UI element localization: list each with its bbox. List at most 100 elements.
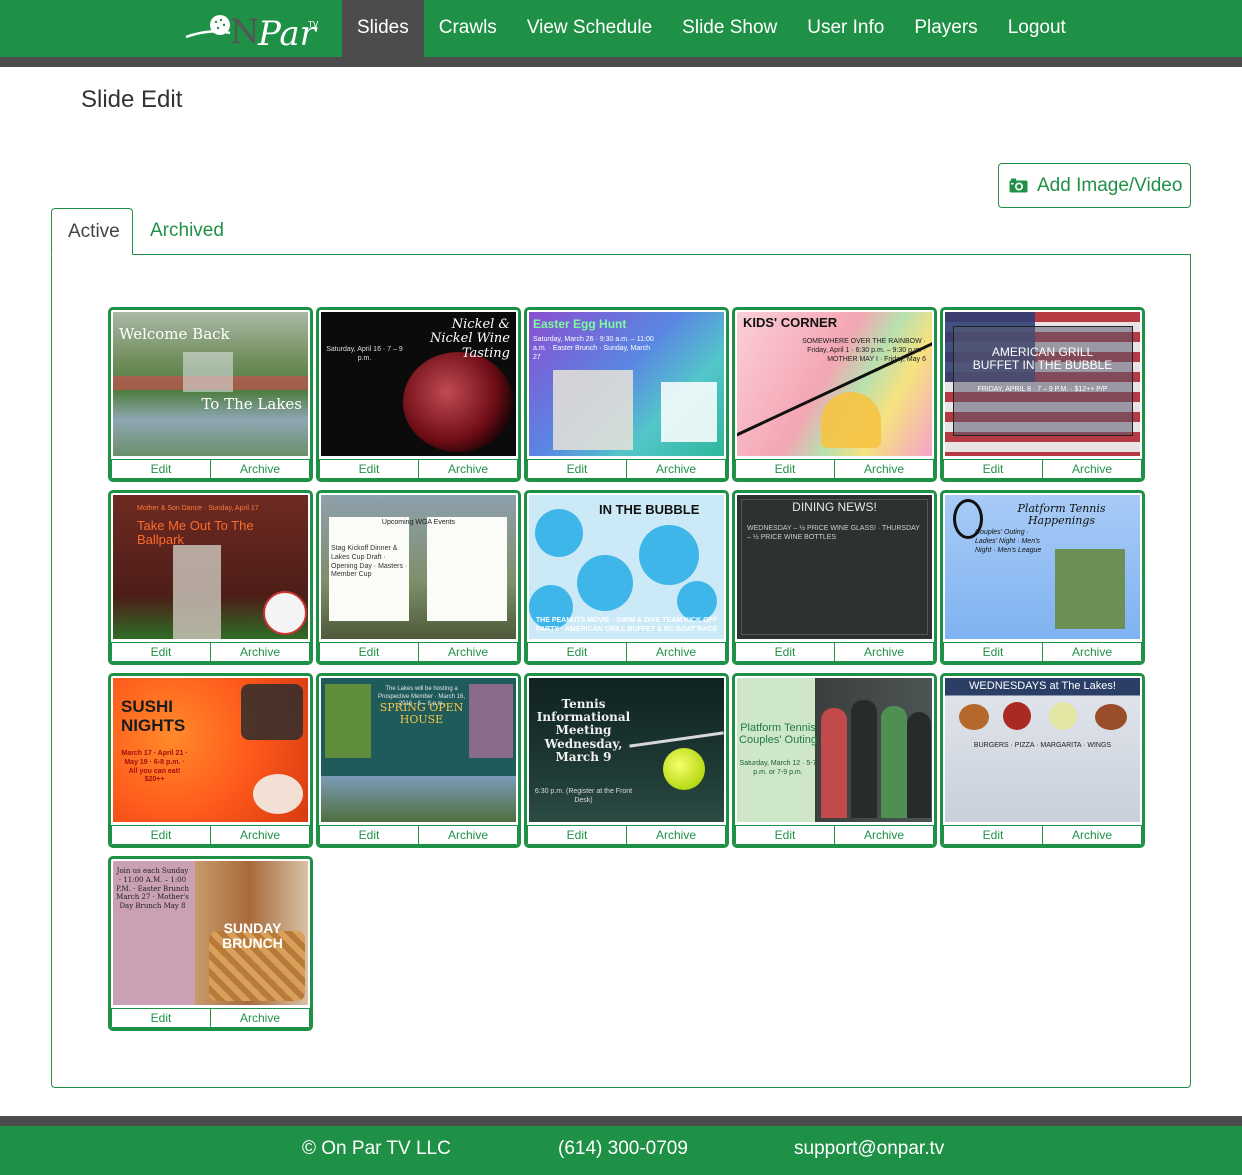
edit-button[interactable]: Edit [527, 642, 627, 662]
archive-button[interactable]: Archive [627, 825, 726, 845]
nav-user-info[interactable]: User Info [792, 0, 899, 57]
main-nav: Slides Crawls View Schedule Slide Show U… [342, 0, 1081, 57]
slides-panel: Welcome Back To The Lakes Edit Archive N… [51, 254, 1191, 1088]
archive-button[interactable]: Archive [211, 1008, 310, 1028]
footer-copyright: © On Par TV LLC [302, 1138, 451, 1159]
archive-button[interactable]: Archive [1043, 459, 1142, 479]
slide-card: SPRING OPEN HOUSE The Lakes will be host… [316, 673, 521, 848]
edit-button[interactable]: Edit [943, 642, 1043, 662]
archive-button[interactable]: Archive [419, 825, 518, 845]
card-actions: Edit Archive [943, 459, 1142, 479]
archive-button[interactable]: Archive [627, 459, 726, 479]
slide-card: Tennis Informational Meeting Wednesday, … [524, 673, 729, 848]
slide-card: IN THE BUBBLE THE PEANUTS MOVIE · SWIM &… [524, 490, 729, 665]
footer: © On Par TV LLC (614) 300-0709 support@o… [0, 1126, 1242, 1175]
card-actions: Edit Archive [111, 1008, 310, 1028]
card-actions: Edit Archive [111, 825, 310, 845]
edit-button[interactable]: Edit [735, 825, 835, 845]
slide-card: SUNDAY BRUNCH Join us each Sunday · 11:0… [108, 856, 313, 1031]
edit-button[interactable]: Edit [735, 642, 835, 662]
top-navbar: N Par TV Slides Crawls View Schedule Sli… [0, 0, 1242, 57]
archive-button[interactable]: Archive [211, 642, 310, 662]
slide-card: Platform Tennis Happenings Couples' Outi… [940, 490, 1145, 665]
card-actions: Edit Archive [319, 459, 518, 479]
archive-button[interactable]: Archive [1043, 825, 1142, 845]
footer-phone: (614) 300-0709 [558, 1138, 688, 1159]
edit-button[interactable]: Edit [527, 459, 627, 479]
slide-card: Welcome Back To The Lakes Edit Archive [108, 307, 313, 482]
archive-button[interactable]: Archive [211, 825, 310, 845]
edit-button[interactable]: Edit [111, 825, 211, 845]
slide-card: WEDNESDAYS at The Lakes! BURGERS · PIZZA… [940, 673, 1145, 848]
archive-button[interactable]: Archive [419, 459, 518, 479]
slide-card: Easter Egg Hunt Saturday, March 26 · 9:3… [524, 307, 729, 482]
archive-button[interactable]: Archive [1043, 642, 1142, 662]
footer-divider [0, 1116, 1242, 1126]
nav-players[interactable]: Players [899, 0, 992, 57]
slide-thumbnail[interactable]: Platform Tennis Happenings Couples' Outi… [945, 495, 1140, 639]
nav-crawls[interactable]: Crawls [424, 0, 512, 57]
archive-button[interactable]: Archive [835, 459, 934, 479]
archive-button[interactable]: Archive [211, 459, 310, 479]
slide-card: DINING NEWS! WEDNESDAY – ½ PRICE WINE GL… [732, 490, 937, 665]
slide-thumbnail[interactable]: DINING NEWS! WEDNESDAY – ½ PRICE WINE GL… [737, 495, 932, 639]
slide-thumbnail[interactable]: AMERICAN GRILL BUFFET IN THE BUBBLE FRID… [945, 312, 1140, 456]
slide-thumbnail[interactable]: Platform Tennis Couples' Outing Saturday… [737, 678, 932, 822]
edit-button[interactable]: Edit [111, 459, 211, 479]
slide-thumbnail[interactable]: IN THE BUBBLE THE PEANUTS MOVIE · SWIM &… [529, 495, 724, 639]
slide-thumbnail[interactable]: Tennis Informational Meeting Wednesday, … [529, 678, 724, 822]
nav-view-schedule[interactable]: View Schedule [512, 0, 667, 57]
nav-slides[interactable]: Slides [342, 0, 424, 57]
svg-text:TV: TV [307, 20, 319, 29]
card-actions: Edit Archive [735, 642, 934, 662]
card-actions: Edit Archive [943, 642, 1142, 662]
slide-thumbnail[interactable]: KIDS' CORNER SOMEWHERE OVER THE RAINBOW … [737, 312, 932, 456]
slide-card: AMERICAN GRILL BUFFET IN THE BUBBLE FRID… [940, 307, 1145, 482]
card-actions: Edit Archive [319, 642, 518, 662]
slide-thumbnail[interactable]: SUNDAY BRUNCH Join us each Sunday · 11:0… [113, 861, 308, 1005]
add-image-video-button[interactable]: Add Image/Video [998, 163, 1191, 208]
card-actions: Edit Archive [527, 642, 726, 662]
card-actions: Edit Archive [111, 459, 310, 479]
card-actions: Edit Archive [111, 642, 310, 662]
slide-thumbnail[interactable]: Upcoming WGA Events Stag Kickoff Dinner … [321, 495, 516, 639]
edit-button[interactable]: Edit [943, 459, 1043, 479]
tab-archived[interactable]: Archived [134, 208, 240, 255]
card-actions: Edit Archive [735, 825, 934, 845]
edit-button[interactable]: Edit [111, 642, 211, 662]
archive-button[interactable]: Archive [835, 825, 934, 845]
nav-divider [0, 57, 1242, 67]
slide-thumbnail[interactable]: SPRING OPEN HOUSE The Lakes will be host… [321, 678, 516, 822]
camera-icon [1009, 178, 1028, 193]
tab-active[interactable]: Active [51, 208, 133, 255]
edit-button[interactable]: Edit [319, 459, 419, 479]
slide-card: Nickel & Nickel Wine Tasting Saturday, A… [316, 307, 521, 482]
archive-button[interactable]: Archive [419, 642, 518, 662]
add-image-video-label: Add Image/Video [1037, 174, 1183, 196]
edit-button[interactable]: Edit [111, 1008, 211, 1028]
edit-button[interactable]: Edit [319, 642, 419, 662]
onpar-logo[interactable]: N Par TV [182, 5, 322, 51]
card-actions: Edit Archive [735, 459, 934, 479]
slide-card: Platform Tennis Couples' Outing Saturday… [732, 673, 937, 848]
slide-thumbnail[interactable]: SUSHI NIGHTS March 17 · April 21 · May 1… [113, 678, 308, 822]
slide-thumbnail[interactable]: Easter Egg Hunt Saturday, March 26 · 9:3… [529, 312, 724, 456]
slide-card: Take Me Out To The Ballpark Mother & Son… [108, 490, 313, 665]
edit-button[interactable]: Edit [319, 825, 419, 845]
edit-button[interactable]: Edit [527, 825, 627, 845]
edit-button[interactable]: Edit [735, 459, 835, 479]
nav-slide-show[interactable]: Slide Show [667, 0, 792, 57]
slide-thumbnail[interactable]: Welcome Back To The Lakes [113, 312, 308, 456]
nav-logout[interactable]: Logout [993, 0, 1081, 57]
archive-button[interactable]: Archive [627, 642, 726, 662]
card-actions: Edit Archive [319, 825, 518, 845]
slide-card: SUSHI NIGHTS March 17 · April 21 · May 1… [108, 673, 313, 848]
page-title: Slide Edit [81, 86, 183, 113]
footer-email[interactable]: support@onpar.tv [794, 1138, 944, 1160]
card-actions: Edit Archive [943, 825, 1142, 845]
slide-thumbnail[interactable]: WEDNESDAYS at The Lakes! BURGERS · PIZZA… [945, 678, 1140, 822]
archive-button[interactable]: Archive [835, 642, 934, 662]
edit-button[interactable]: Edit [943, 825, 1043, 845]
slide-thumbnail[interactable]: Take Me Out To The Ballpark Mother & Son… [113, 495, 308, 639]
slide-thumbnail[interactable]: Nickel & Nickel Wine Tasting Saturday, A… [321, 312, 516, 456]
